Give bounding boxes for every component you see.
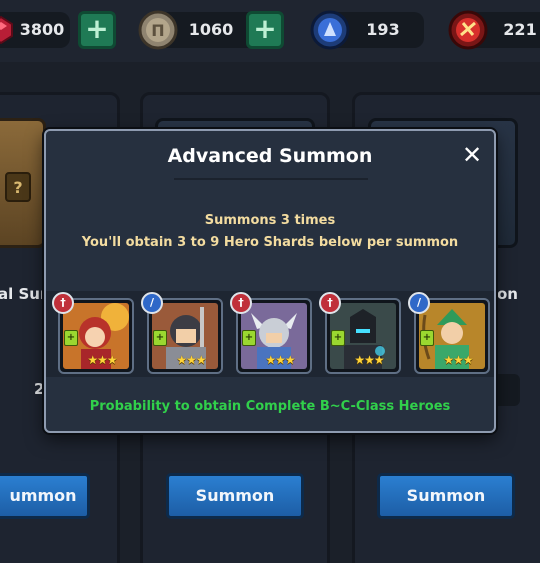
hero-card-green-archer[interactable]: / + ★★★ [408, 292, 490, 374]
sword-class-icon: † [52, 292, 74, 314]
sword-class-icon: † [230, 292, 252, 314]
hero-stars: ★★★ [265, 353, 295, 367]
advanced-summon-dialog: Advanced Summon ✕ Summons 3 times You'll… [44, 129, 496, 433]
hero-stars: ★★★ [443, 353, 473, 367]
hero-card-dark-knight[interactable]: † + ★★★ [319, 292, 401, 374]
hero-shard-icon: + [420, 330, 434, 346]
summon-button-middle[interactable]: Summon [166, 473, 304, 519]
coin-value: 1060 [188, 20, 234, 39]
title-divider [174, 178, 368, 180]
buy-ruby-button[interactable]: + [78, 11, 116, 49]
chest-art: ? [0, 118, 46, 248]
hero-stars: ★★★ [176, 353, 206, 367]
left-panel-cost: 2 [34, 380, 45, 398]
hero-shard-icon: + [242, 330, 256, 346]
hero-card-red-haired[interactable]: † + ★★★ [52, 292, 134, 374]
red-ticket-value: 221 [503, 20, 537, 39]
right-panel-label: on [497, 285, 518, 303]
hero-shard-icon: + [331, 330, 345, 346]
hero-shard-icon: + [64, 330, 78, 346]
hero-card-knight[interactable]: / + ★★★ [141, 292, 223, 374]
summon-count-text: Summons 3 times [204, 213, 336, 228]
hero-stars: ★★★ [354, 353, 384, 367]
blue-ticket-value: 193 [366, 20, 400, 39]
coin-icon: Π [138, 10, 178, 50]
ruby-icon [0, 15, 13, 45]
svg-text:?: ? [13, 178, 22, 197]
summon-shards-text: You'll obtain 3 to 9 Hero Shards below p… [81, 235, 459, 250]
resource-bar: 3800 + 1060 Π + 193 221 [0, 0, 540, 62]
sword-class-icon: † [319, 292, 341, 314]
buy-coin-button[interactable]: + [246, 11, 284, 49]
staff-class-icon: / [141, 292, 163, 314]
probability-link[interactable]: Probability to obtain Complete B~C-Class… [46, 399, 494, 414]
red-summon-ticket-icon [448, 10, 488, 50]
hero-card-winged-helm[interactable]: † + ★★★ [230, 292, 312, 374]
blue-summon-ticket-icon [310, 10, 350, 50]
staff-class-icon: / [408, 292, 430, 314]
summon-button-right[interactable]: Summon [377, 473, 515, 519]
hero-stars: ★★★ [87, 353, 117, 367]
close-icon[interactable]: ✕ [460, 143, 484, 167]
summon-button-left[interactable]: ummon [0, 473, 90, 519]
dialog-title: Advanced Summon [167, 145, 373, 167]
svg-text:Π: Π [151, 21, 164, 40]
hero-shard-icon: + [153, 330, 167, 346]
left-panel-label: al Sur [0, 285, 48, 303]
ruby-value: 3800 [19, 20, 65, 39]
